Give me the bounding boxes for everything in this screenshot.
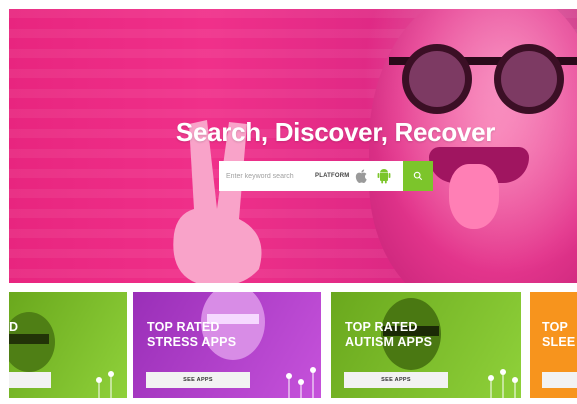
search-input[interactable] xyxy=(219,162,307,190)
category-cards: D TOP RATED STRESS APPS SEE APPS TOP RAT… xyxy=(9,292,577,404)
search-icon xyxy=(413,171,423,181)
category-card[interactable]: TOP RATED AUTISM APPS SEE APPS xyxy=(331,292,521,398)
category-card[interactable]: TOP SLEE xyxy=(530,292,577,398)
flowers-icon xyxy=(488,369,518,398)
card-title: TOP SLEE xyxy=(542,320,576,349)
card-title: TOP RATED AUTISM APPS xyxy=(345,320,433,349)
android-icon[interactable] xyxy=(377,168,391,184)
card-person-image xyxy=(9,312,55,372)
search-button[interactable] xyxy=(403,161,433,191)
see-apps-button[interactable] xyxy=(9,372,51,388)
card-title: TOP RATED STRESS APPS xyxy=(147,320,237,349)
see-apps-button[interactable]: SEE APPS xyxy=(344,372,448,388)
see-apps-button[interactable]: SEE APPS xyxy=(146,372,250,388)
category-card[interactable]: D xyxy=(9,292,127,398)
hero-tongue xyxy=(449,164,499,229)
sunglasses-image xyxy=(389,44,577,114)
hero-banner: Search, Discover, Recover PLATFORM xyxy=(9,9,577,283)
flowers-icon xyxy=(96,371,114,398)
search-bar: PLATFORM xyxy=(219,161,433,191)
hero-title: Search, Discover, Recover xyxy=(175,117,496,147)
card-title: D xyxy=(9,320,19,334)
flowers-icon xyxy=(286,367,316,398)
platform-label: PLATFORM xyxy=(315,173,350,179)
see-apps-button[interactable] xyxy=(542,372,577,388)
apple-icon[interactable] xyxy=(355,168,369,184)
category-card[interactable]: TOP RATED STRESS APPS SEE APPS xyxy=(133,292,321,398)
